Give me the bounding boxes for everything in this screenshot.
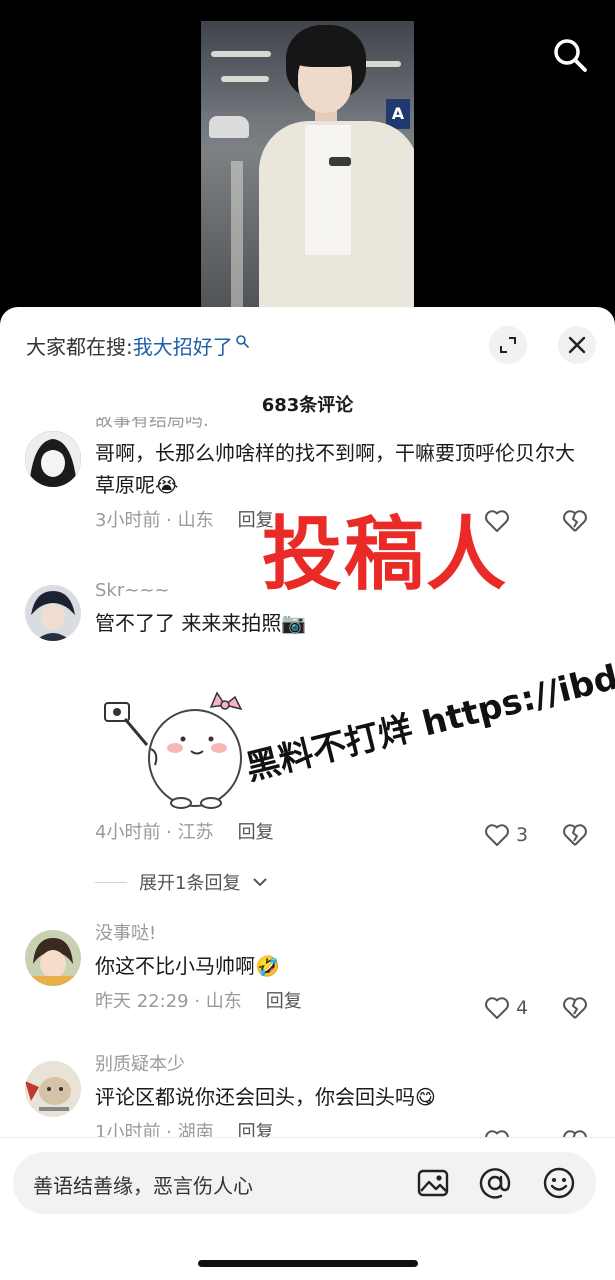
comment-input[interactable]: 善语结善缘，恶言伤人心 <box>13 1152 596 1214</box>
expand-icon <box>500 337 516 353</box>
video-frame[interactable]: A <box>201 21 414 321</box>
broken-heart-icon[interactable] <box>562 823 588 847</box>
search-icon[interactable] <box>551 36 589 74</box>
rofl-emoji: 🤣 <box>255 954 280 978</box>
close-button[interactable] <box>558 326 596 364</box>
broken-heart-icon[interactable] <box>562 1129 588 1137</box>
comment-text-content: 评论区都说你还会回头，你会回头吗 <box>95 1085 415 1109</box>
sticker-image <box>104 691 243 809</box>
video-player[interactable]: A <box>0 0 615 321</box>
comment-text: 哥啊，长那么帅啥样的找不到啊，干嘛要顶呼伦贝尔大草原呢😭 <box>95 437 585 501</box>
avatar[interactable] <box>25 585 81 641</box>
ceiling-light <box>211 51 271 57</box>
emoji-icon[interactable] <box>541 1165 577 1201</box>
at-icon[interactable] <box>477 1165 513 1201</box>
like-count: 3 <box>516 824 529 846</box>
avatar[interactable] <box>25 431 81 487</box>
comment-time: 1小时前 · 湖南 <box>95 1122 214 1137</box>
comment-username[interactable]: 没事哒! <box>95 922 585 946</box>
expand-replies-label: 展开1条回复 <box>139 873 241 894</box>
comment-text-content: 管不了了 来来来拍照 <box>95 611 282 635</box>
person-shirt <box>305 125 351 255</box>
camera-emoji: 📷 <box>281 611 307 635</box>
shirt-logo <box>329 157 351 166</box>
selfie-sticker[interactable] <box>95 653 255 813</box>
close-icon <box>568 336 586 354</box>
comment-time: 昨天 22:29 · 山东 <box>95 991 242 1012</box>
avatar[interactable] <box>25 1061 81 1117</box>
heart-icon <box>485 824 509 846</box>
comment-panel: 大家都在搜:我大招好了 683条评论 故事有结局吗. 哥啊，长那么帅啥样的找不到… <box>0 307 615 1280</box>
crying-emoji: 😭 <box>155 473 179 497</box>
broken-heart-icon[interactable] <box>562 996 588 1020</box>
chevron-down-icon <box>253 878 268 887</box>
broken-heart-icon[interactable] <box>562 509 588 533</box>
avatar-image <box>25 431 81 487</box>
comment-body: 别质疑本少 评论区都说你还会回头，你会回头吗😋 1小时前 · 湖南 回复 <box>95 1053 585 1137</box>
expand-replies-button[interactable]: 展开1条回复 <box>95 869 268 895</box>
reply-button[interactable]: 回复 <box>238 822 274 843</box>
comment-input-bar: 善语结善缘，恶言伤人心 <box>0 1137 615 1280</box>
avatar-image <box>25 1061 81 1117</box>
watermark-red-stamp: 投稿人 <box>262 508 508 601</box>
divider <box>95 881 127 883</box>
like-button[interactable]: 4 <box>484 996 528 1020</box>
like-count: 4 <box>516 997 529 1019</box>
image-icon[interactable] <box>415 1165 451 1201</box>
comment-count: 683条评论 <box>261 395 354 416</box>
comment-time: 3小时前 · 山东 <box>95 510 214 531</box>
parked-car <box>209 116 249 138</box>
reply-button[interactable]: 回复 <box>266 991 302 1012</box>
comment-text: 管不了了 来来来拍照📷 <box>95 607 585 639</box>
reply-button[interactable]: 回复 <box>238 1122 274 1137</box>
comment-username[interactable]: 故事有结局吗. <box>95 417 585 433</box>
comment-time: 4小时前 · 江苏 <box>95 822 214 843</box>
comment-text: 你这不比小马帅啊🤣 <box>95 950 585 982</box>
avatar-image <box>25 930 81 986</box>
like-button[interactable] <box>484 1129 516 1137</box>
heart-icon <box>485 1130 509 1137</box>
yum-emoji: 😋 <box>415 1085 436 1109</box>
input-placeholder: 善语结善缘，恶言伤人心 <box>33 1174 253 1198</box>
heart-icon <box>485 997 509 1019</box>
like-button[interactable]: 3 <box>484 823 528 847</box>
search-icon <box>235 335 249 348</box>
trending-search[interactable]: 大家都在搜:我大招好了 <box>26 331 249 360</box>
comment-list[interactable]: 故事有结局吗. 哥啊，长那么帅啥样的找不到啊，干嘛要顶呼伦贝尔大草原呢😭 3小时… <box>0 417 615 1137</box>
person-fringe <box>291 35 361 67</box>
trending-label: 大家都在搜: <box>26 335 133 359</box>
avatar-image <box>25 585 81 641</box>
comment-text: 评论区都说你还会回头，你会回头吗😋 <box>95 1081 585 1113</box>
ceiling-light <box>221 76 269 82</box>
expand-button[interactable] <box>489 326 527 364</box>
home-indicator[interactable] <box>198 1260 418 1267</box>
comment-username[interactable]: 别质疑本少 <box>95 1053 585 1077</box>
trending-term[interactable]: 我大招好了 <box>133 335 233 359</box>
comment-text-content: 你这不比小马帅啊 <box>95 954 255 978</box>
avatar[interactable] <box>25 930 81 986</box>
floor-marking <box>231 161 243 321</box>
